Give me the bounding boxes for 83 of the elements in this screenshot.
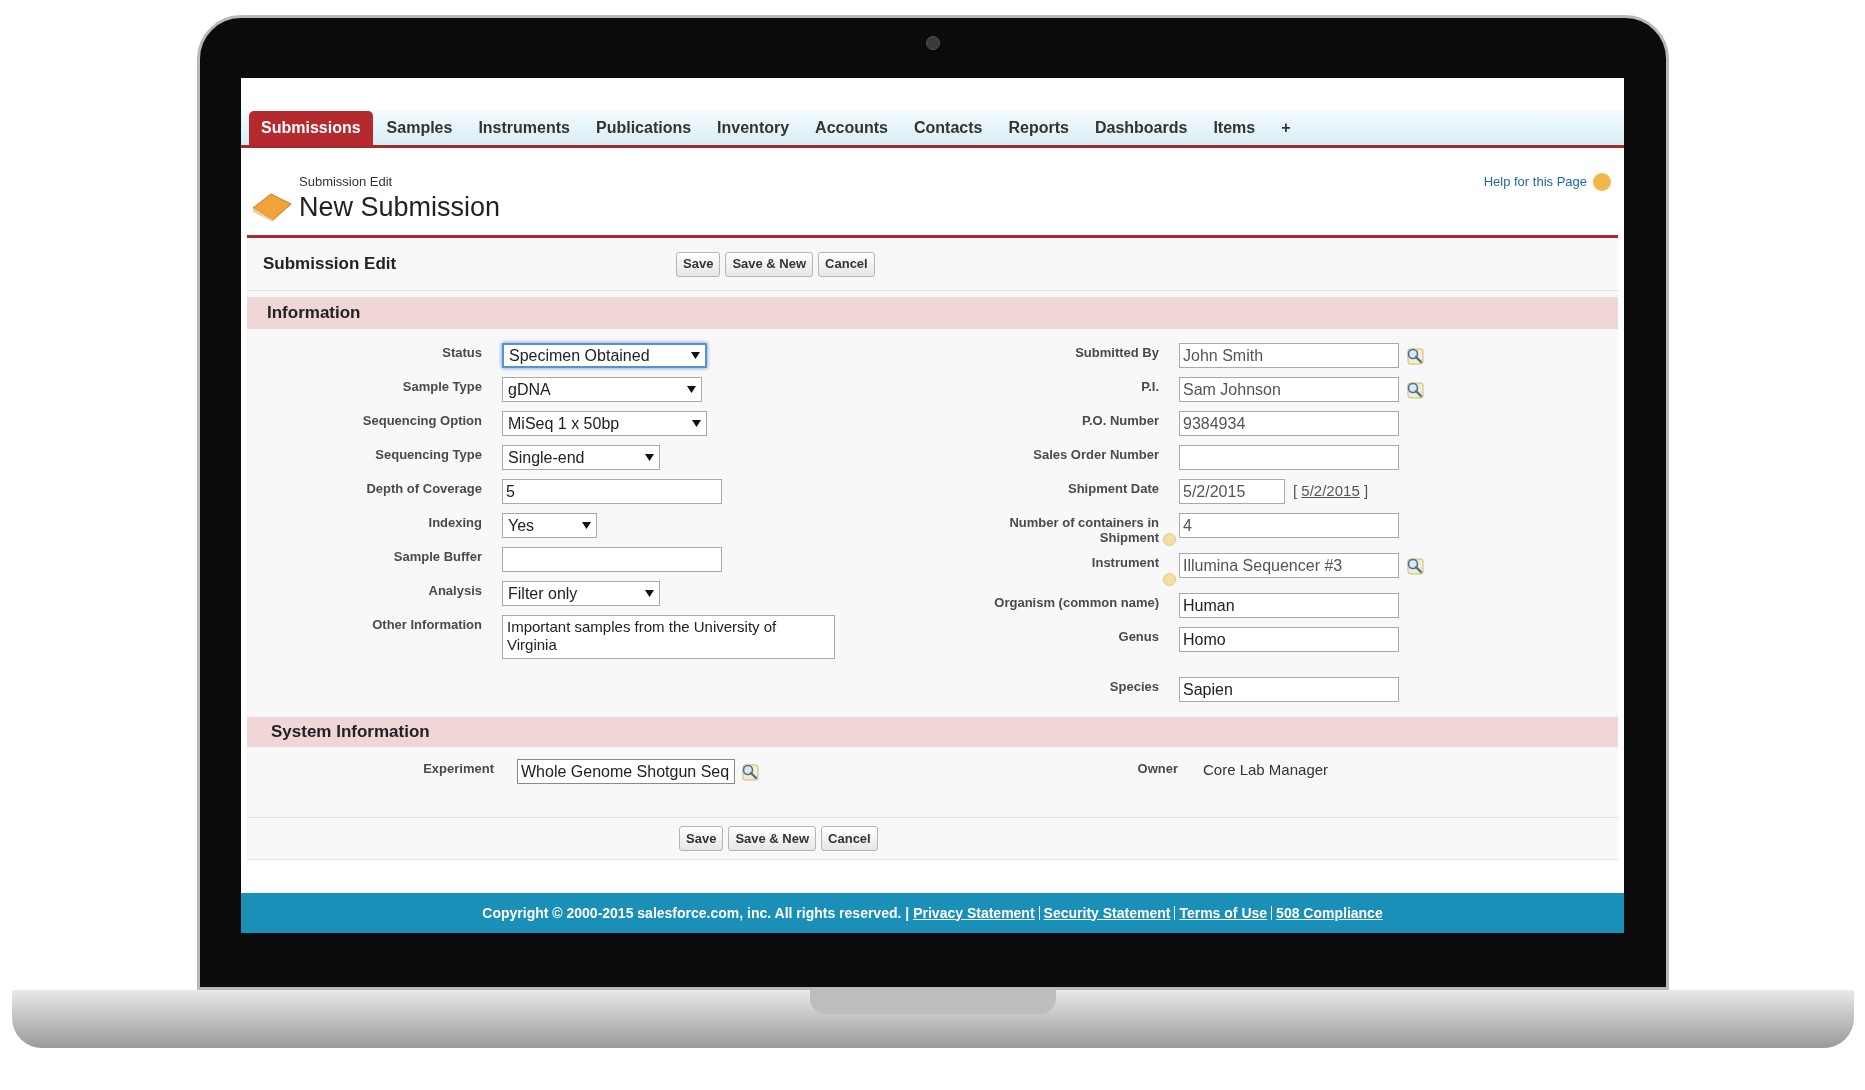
field-label: Other Information <box>372 617 482 632</box>
text-field[interactable]: Homo <box>1179 627 1399 652</box>
footer-link[interactable]: Security Statement <box>1043 902 1171 924</box>
nav-tab[interactable]: Submissions <box>249 111 373 145</box>
dropdown[interactable]: Filter only <box>502 581 660 606</box>
caret-icon <box>687 386 696 393</box>
date-field[interactable]: 5/2/2015 <box>1179 479 1285 504</box>
text-field[interactable] <box>1179 445 1399 470</box>
text-field[interactable]: Human <box>1179 593 1399 618</box>
caret-icon <box>582 522 591 529</box>
form-button[interactable]: Save & New <box>728 826 817 851</box>
magnifier-icon[interactable] <box>1405 555 1425 576</box>
text-field[interactable]: Sapien <box>1179 677 1399 702</box>
nav-tab[interactable]: Dashboards <box>1082 111 1200 145</box>
caret-icon <box>645 590 654 597</box>
dropdown[interactable]: Specimen Obtained <box>502 343 707 368</box>
nav-tab[interactable]: Contacts <box>902 111 995 145</box>
lookup-field[interactable]: Whole Genome Shotgun Seq <box>517 759 735 784</box>
nav-tab[interactable]: + <box>1269 111 1303 145</box>
field-label: Owner <box>1136 760 1178 778</box>
footer-link[interactable]: Privacy Statement <box>913 902 1035 924</box>
dropdown[interactable]: MiSeq 1 x 50bp <box>502 411 707 436</box>
caret-icon <box>692 420 701 427</box>
form-button[interactable]: Save <box>679 826 724 851</box>
form-button[interactable]: Cancel <box>821 826 878 851</box>
caret-icon <box>645 454 654 461</box>
field-label: Genus <box>1118 629 1159 644</box>
field-label: P.I. <box>1141 379 1159 394</box>
nav-tab[interactable]: Samples <box>374 111 465 145</box>
field-label: Indexing <box>428 515 482 530</box>
form-button[interactable]: Cancel <box>818 251 875 277</box>
nav-tab[interactable]: Accounts <box>803 111 900 145</box>
magnifier-icon[interactable] <box>740 761 760 782</box>
dropdown[interactable]: gDNA <box>502 377 702 402</box>
field-label: Analysis <box>428 583 482 598</box>
dropdown[interactable]: Single-end <box>502 445 660 470</box>
page-title: New Submission <box>299 191 501 222</box>
nav-tab[interactable]: Instruments <box>466 111 582 145</box>
nav-tab[interactable]: Inventory <box>705 111 802 145</box>
field-label: P.O. Number <box>1081 413 1159 428</box>
nav-tab[interactable]: Reports <box>996 111 1081 145</box>
field-label: Depth of Coverage <box>366 481 482 496</box>
field-label: Shipment Date <box>1068 481 1159 496</box>
nav-tab[interactable]: Publications <box>583 111 704 145</box>
field-label: Instrument <box>1091 555 1159 570</box>
field-label: Experiment <box>422 760 494 778</box>
section-header: Information <box>247 297 1618 329</box>
field-label: Number of containers in Shipment <box>1008 515 1159 545</box>
text-field[interactable] <box>502 547 722 572</box>
section-title: Submission Edit <box>262 253 398 276</box>
field-label: Sample Buffer <box>393 549 482 564</box>
text-area[interactable]: Important samples from the University of Virginia <box>502 615 835 659</box>
lookup-field[interactable]: Sam Johnson <box>1179 377 1399 402</box>
dropdown[interactable]: Yes <box>502 513 597 538</box>
footer-link[interactable]: Terms of Use <box>1179 902 1268 924</box>
field-label: Sales Order Number <box>1033 447 1159 462</box>
section-header: System Information <box>247 717 1618 747</box>
form-button[interactable]: Save <box>676 251 721 277</box>
field-label: Submitted By <box>1075 345 1159 360</box>
lookup-field[interactable]: Illumina Sequencer #3 <box>1179 553 1399 578</box>
field-label: Sequencing Type <box>375 447 482 462</box>
field-label: Organism (common name) <box>994 595 1159 610</box>
nav-tab[interactable]: Items <box>1201 111 1268 145</box>
field-label: Status <box>442 345 482 360</box>
help-link[interactable]: Help for this Page <box>1483 172 1587 192</box>
caret-icon <box>691 352 700 359</box>
text-field[interactable]: 9384934 <box>1179 411 1399 436</box>
lookup-field[interactable]: John Smith <box>1179 343 1399 368</box>
footer-link[interactable]: 508 Compliance <box>1276 902 1383 924</box>
copyright-text: Copyright © 2000-2015 salesforce.com, inc. All rights reserved. | <box>482 903 910 923</box>
form-button[interactable]: Save & New <box>725 251 814 277</box>
text-field[interactable]: 4 <box>1179 513 1399 538</box>
camera-icon <box>925 36 940 50</box>
field-label: Species <box>1109 679 1159 694</box>
field-label: Sequencing Option <box>362 413 482 428</box>
text-field[interactable]: 5 <box>502 479 722 504</box>
magnifier-icon[interactable] <box>1405 379 1425 400</box>
today-date-link[interactable]: [ 5/2/2015 ] <box>1293 480 1369 503</box>
help-icon <box>1593 172 1611 191</box>
magnifier-icon[interactable] <box>1405 345 1425 366</box>
page-subtitle: Submission Edit <box>299 173 394 191</box>
owner-value: Core Lab Manager <box>1202 760 1329 780</box>
field-label: Sample Type <box>402 379 482 394</box>
